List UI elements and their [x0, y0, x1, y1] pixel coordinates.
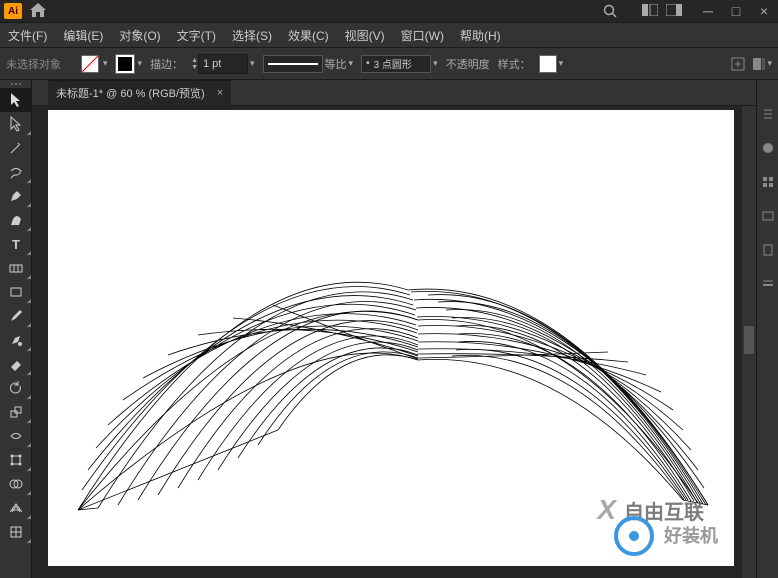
- chevron-down-icon[interactable]: ▾: [103, 58, 108, 69]
- watermark-x: X: [597, 494, 616, 526]
- close-button[interactable]: ×: [754, 3, 774, 19]
- document-tab[interactable]: 未标题-1* @ 60 % (RGB/预览) ×: [48, 80, 231, 106]
- menu-bar: 文件(F) 编辑(E) 对象(O) 文字(T) 选择(S) 效果(C) 视图(V…: [0, 22, 778, 48]
- stroke-swatch[interactable]: [116, 55, 134, 73]
- brush-definition[interactable]: • 3 点圆形: [361, 55, 431, 73]
- fill-swatch[interactable]: [81, 55, 99, 73]
- search-icon[interactable]: [598, 0, 622, 22]
- chevron-down-icon[interactable]: ▾: [559, 58, 564, 69]
- width-tool[interactable]: [0, 424, 32, 448]
- shape-builder-tool[interactable]: [0, 472, 32, 496]
- stepper-down[interactable]: ▼: [191, 64, 198, 71]
- mesh-tool[interactable]: [0, 520, 32, 544]
- menu-select[interactable]: 选择(S): [228, 25, 276, 46]
- workspace-icon-2[interactable]: [666, 4, 682, 19]
- document-area: 未标题-1* @ 60 % (RGB/预览) ×: [32, 80, 756, 578]
- stroke-panel-icon[interactable]: [760, 276, 776, 292]
- menu-effect[interactable]: 效果(C): [284, 25, 333, 46]
- curvature-tool[interactable]: [0, 208, 32, 232]
- menu-view[interactable]: 视图(V): [341, 25, 389, 46]
- symbols-panel-icon[interactable]: [760, 242, 776, 258]
- app-icon: Ai: [4, 3, 22, 19]
- menu-edit[interactable]: 编辑(E): [59, 25, 107, 46]
- opacity-label: 不透明度: [446, 56, 490, 72]
- title-bar: Ai ─ □ ×: [0, 0, 778, 22]
- chevron-down-icon[interactable]: ▾: [138, 58, 143, 69]
- properties-panel-icon[interactable]: [760, 106, 776, 122]
- toolbox-grip[interactable]: [0, 80, 31, 88]
- brush-bullet: •: [366, 58, 370, 69]
- 3d-arch-artwork[interactable]: [68, 230, 718, 520]
- eraser-tool[interactable]: [0, 352, 32, 376]
- perspective-grid-tool[interactable]: [0, 496, 32, 520]
- rectangle-tool[interactable]: [0, 280, 32, 304]
- paintbrush-tool[interactable]: [0, 304, 32, 328]
- chevron-down-icon[interactable]: ▾: [433, 58, 438, 69]
- stepper-up[interactable]: ▲: [191, 57, 198, 64]
- preferences-icon[interactable]: ▾: [752, 54, 772, 74]
- fill-control[interactable]: ▾: [81, 55, 108, 73]
- stroke-weight-input[interactable]: [198, 54, 248, 74]
- artboard[interactable]: X 自由互联 好装机: [48, 110, 734, 566]
- home-icon[interactable]: [30, 3, 46, 20]
- brush-label: 3 点圆形: [374, 56, 412, 71]
- uniform-label: 等比: [325, 56, 347, 72]
- no-selection-label: 未选择对象: [6, 56, 61, 72]
- shaper-tool[interactable]: [0, 328, 32, 352]
- maximize-button[interactable]: □: [726, 3, 746, 19]
- free-transform-tool[interactable]: [0, 448, 32, 472]
- menu-object[interactable]: 对象(O): [115, 25, 164, 46]
- brushes-panel-icon[interactable]: [760, 208, 776, 224]
- graphic-style-swatch[interactable]: [539, 55, 557, 73]
- close-tab-icon[interactable]: ×: [217, 87, 223, 99]
- minimize-button[interactable]: ─: [698, 3, 718, 19]
- magic-wand-tool[interactable]: [0, 136, 32, 160]
- tab-bar: 未标题-1* @ 60 % (RGB/预览) ×: [32, 80, 756, 106]
- scrollbar-thumb[interactable]: [744, 326, 754, 354]
- tab-title: 未标题-1* @ 60 % (RGB/预览): [56, 85, 205, 101]
- chevron-down-icon[interactable]: ▾: [250, 58, 255, 69]
- rotate-tool[interactable]: [0, 376, 32, 400]
- toolbox: T: [0, 80, 32, 578]
- vertical-scrollbar[interactable]: [742, 106, 756, 578]
- workspace-icon-1[interactable]: [642, 4, 658, 19]
- canvas-viewport[interactable]: X 自由互联 好装机: [32, 106, 756, 578]
- line-segment-tool[interactable]: [0, 256, 32, 280]
- watermark-brand-2: 好装机: [664, 522, 718, 548]
- menu-help[interactable]: 帮助(H): [456, 25, 505, 46]
- menu-type[interactable]: 文字(T): [173, 25, 220, 46]
- right-panel: [756, 80, 778, 578]
- color-panel-icon[interactable]: [760, 140, 776, 156]
- scale-tool[interactable]: [0, 400, 32, 424]
- stroke-control[interactable]: ▾: [116, 55, 143, 73]
- type-tool[interactable]: T: [0, 232, 32, 256]
- style-label: 样式：: [498, 56, 531, 72]
- lasso-tool[interactable]: [0, 160, 32, 184]
- menu-window[interactable]: 窗口(W): [397, 25, 448, 46]
- watermark-circle-icon: [614, 516, 654, 556]
- options-bar: 未选择对象 ▾ ▾ 描边： ▲ ▼ ▾ 等比 ▾ • 3 点圆形 ▾ 不透明度 …: [0, 48, 778, 80]
- svg-text:T: T: [12, 237, 20, 251]
- direct-selection-tool[interactable]: [0, 112, 32, 136]
- swatches-panel-icon[interactable]: [760, 174, 776, 190]
- menu-file[interactable]: 文件(F): [4, 25, 51, 46]
- pen-tool[interactable]: [0, 184, 32, 208]
- selection-tool[interactable]: [0, 88, 32, 112]
- variable-width-profile[interactable]: [263, 55, 323, 73]
- stroke-weight-label: 描边：: [150, 56, 183, 72]
- document-setup-icon[interactable]: [728, 54, 748, 74]
- chevron-down-icon[interactable]: ▾: [349, 58, 354, 69]
